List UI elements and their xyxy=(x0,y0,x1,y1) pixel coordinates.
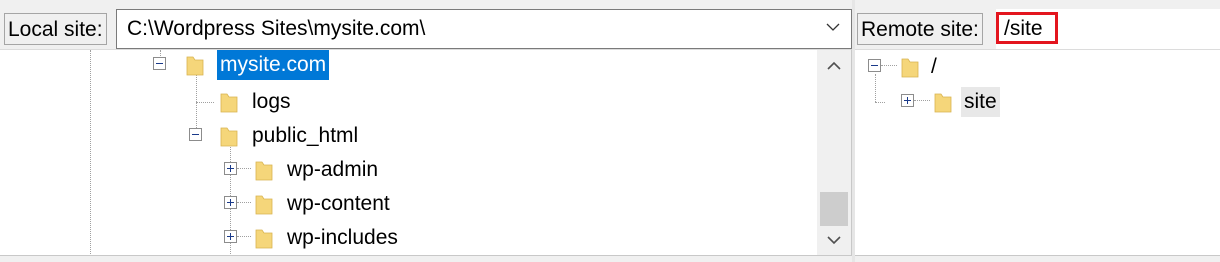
local-site-bar: Local site: C:\Wordpress Sites\mysite.co… xyxy=(0,9,852,49)
tree-node-label: mysite.com xyxy=(217,50,330,80)
local-tree-scrollbar[interactable] xyxy=(817,50,851,256)
minus-expander-icon[interactable] xyxy=(153,57,166,70)
pane-bottom-edge xyxy=(0,255,852,262)
tree-node-wp-admin[interactable]: wp-admin xyxy=(222,155,442,185)
tree-node-label: public_html xyxy=(252,124,359,147)
minus-expander-icon[interactable] xyxy=(868,59,881,72)
tree-node-mysite-com[interactable]: mysite.com xyxy=(153,50,393,80)
chevron-up-icon xyxy=(827,61,841,70)
tree-guide-line xyxy=(237,202,251,203)
tree-guide-line xyxy=(237,236,251,237)
tree-guide-line xyxy=(914,100,930,101)
tree-node-label: wp-includes xyxy=(287,226,398,249)
tree-guide-line xyxy=(237,168,251,169)
folder-icon xyxy=(255,195,273,215)
tree-node-label: / xyxy=(931,55,937,78)
scroll-thumb[interactable] xyxy=(820,192,848,226)
tree-node-public-html[interactable]: public_html xyxy=(187,121,407,151)
remote-site-pane: Remote site: /site / site xyxy=(855,0,1220,262)
remote-site-bar: Remote site: /site xyxy=(855,9,1220,49)
tree-guide-line xyxy=(881,65,897,66)
folder-icon xyxy=(220,93,238,113)
folder-icon xyxy=(255,161,273,181)
local-site-pane: Local site: C:\Wordpress Sites\mysite.co… xyxy=(0,0,852,262)
local-site-path-combobox[interactable]: C:\Wordpress Sites\mysite.com\ xyxy=(116,9,852,49)
local-site-path-text: C:\Wordpress Sites\mysite.com\ xyxy=(127,17,426,40)
tree-node-site[interactable]: site xyxy=(901,87,1061,117)
tree-node-label: wp-content xyxy=(287,192,390,215)
tree-node-label: wp-admin xyxy=(287,158,379,181)
plus-expander-icon[interactable] xyxy=(224,230,237,243)
scroll-up-button[interactable] xyxy=(817,52,851,82)
folder-icon xyxy=(934,93,952,113)
local-site-label: Local site: xyxy=(4,13,107,45)
tree-guide-line xyxy=(196,102,214,103)
local-directory-tree[interactable]: mysite.com logs public_html wp-admin wp-… xyxy=(0,49,852,256)
tree-node-logs[interactable]: logs xyxy=(214,87,334,117)
folder-icon xyxy=(901,58,919,78)
minus-expander-icon[interactable] xyxy=(189,128,202,141)
remote-site-label: Remote site: xyxy=(857,13,983,45)
tree-node-label: site xyxy=(961,87,1000,117)
plus-expander-icon[interactable] xyxy=(224,196,237,209)
tree-node-wp-content[interactable]: wp-content xyxy=(222,189,442,219)
chevron-down-icon[interactable] xyxy=(825,19,841,35)
folder-icon xyxy=(186,56,204,76)
remote-site-path-text: /site xyxy=(1004,17,1043,40)
tree-guide-line xyxy=(90,50,91,256)
tree-guide-line xyxy=(875,102,885,103)
remote-site-path-input[interactable]: /site xyxy=(996,9,1220,49)
folder-icon xyxy=(220,127,238,147)
tree-node-label: logs xyxy=(252,90,291,113)
remote-directory-tree[interactable]: / site xyxy=(855,49,1220,256)
plus-expander-icon[interactable] xyxy=(224,162,237,175)
scroll-down-button[interactable] xyxy=(817,226,851,256)
chevron-down-icon xyxy=(827,236,841,245)
folder-icon xyxy=(255,229,273,249)
plus-expander-icon[interactable] xyxy=(901,94,914,107)
tree-node-root[interactable]: / xyxy=(868,52,988,82)
pane-bottom-edge xyxy=(855,255,1220,262)
tree-node-wp-includes[interactable]: wp-includes xyxy=(222,223,442,253)
